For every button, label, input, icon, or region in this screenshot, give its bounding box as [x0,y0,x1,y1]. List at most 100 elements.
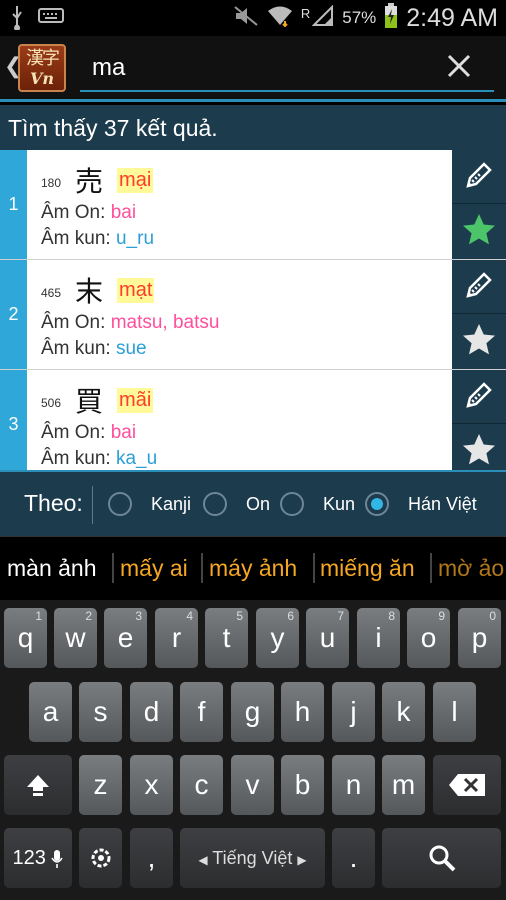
result-body[interactable]: 180 売 mại Âm On: bai Âm kun: u_ru [27,150,452,259]
on-label: Âm On: [41,202,106,223]
stroke-number: 465 [41,286,62,300]
shift-key[interactable] [4,755,72,815]
key-f[interactable]: f [180,682,223,742]
comma-key[interactable]: , [130,828,173,888]
suggestion-item[interactable]: máy ảnh [209,555,297,582]
key-e[interactable]: e3 [104,608,147,668]
period-key[interactable]: . [332,828,375,888]
results-list[interactable]: 1 180 売 mại Âm On: bai Âm kun: u_ru 2 46… [0,150,506,470]
settings-key[interactable] [79,828,122,888]
key-s[interactable]: s [79,682,122,742]
radio-label-kanji[interactable]: Kanji [151,494,191,515]
key-b[interactable]: b [281,755,324,815]
suggestion-item[interactable]: màn ảnh [7,555,97,582]
key-r[interactable]: r4 [155,608,198,668]
radio-label-on[interactable]: On [246,494,270,515]
stroke-number: 506 [41,396,62,410]
suggestion-divider [201,553,203,583]
pencil-icon [462,378,496,416]
kanji-char: 末 [75,275,104,308]
key-l[interactable]: l [433,682,476,742]
radio-label-kun[interactable]: Kun [323,494,355,515]
hanviet-reading: mãi [117,387,154,413]
key-label: y [270,622,285,653]
result-row[interactable]: 2 465 末 mạt Âm On: matsu, batsu Âm kun: … [0,260,506,370]
radio-hanviet[interactable] [365,492,389,516]
search-input[interactable] [80,46,494,92]
key-m[interactable]: m [382,755,425,815]
key-j[interactable]: j [332,682,375,742]
hanviet-reading: mại [117,167,154,193]
key-label: q [17,622,34,653]
key-hint: 9 [438,609,445,623]
suggestion-item[interactable]: mấy ai [120,555,188,582]
kun-reading-line: Âm kun: ka_u [41,448,157,470]
edit-note-button[interactable] [452,260,506,314]
results-count: Tìm thấy 37 kết quả. [0,105,506,150]
status-bar: R 57% 2:49 AM [0,0,506,36]
search-key[interactable] [382,828,501,888]
suggestion-strip: màn ảnh mấy ai máy ảnh miếng ăn mờ ảo [0,536,506,600]
star-icon [460,431,498,470]
star-icon [460,211,498,253]
result-body[interactable]: 465 末 mạt Âm On: matsu, batsu Âm kun: su… [27,260,452,369]
kun-reading-line: Âm kun: u_ru [41,228,154,250]
key-hint: 6 [287,609,294,623]
clear-icon[interactable] [443,50,475,82]
result-index: 2 [0,260,27,369]
key-y[interactable]: y6 [256,608,299,668]
key-i[interactable]: i8 [357,608,400,668]
hanviet-reading: mạt [117,277,155,303]
radio-label-hanviet[interactable]: Hán Việt [408,494,477,515]
key-p[interactable]: p0 [458,608,501,668]
space-label: Tiếng Việt [212,848,293,868]
key-u[interactable]: u7 [306,608,349,668]
on-reading-line: Âm On: bai [41,202,136,224]
result-index: 1 [0,150,27,259]
key-label: o [420,622,437,653]
radio-kun[interactable] [280,492,304,516]
app-logo[interactable]: 漢字 Vn [18,44,66,92]
favorite-button[interactable] [452,205,506,259]
favorite-button[interactable] [452,315,506,369]
key-label: e [117,622,134,653]
edit-note-button[interactable] [452,150,506,204]
key-n[interactable]: n [332,755,375,815]
result-row[interactable]: 1 180 売 mại Âm On: bai Âm kun: u_ru [0,150,506,260]
radio-on[interactable] [203,492,227,516]
keyboard-icon [38,6,64,34]
key-hint: 5 [236,609,243,623]
key-v[interactable]: v [231,755,274,815]
key-a[interactable]: a [29,682,72,742]
key-g[interactable]: g [231,682,274,742]
key-d[interactable]: d [130,682,173,742]
key-w[interactable]: w2 [54,608,97,668]
radio-kanji[interactable] [108,492,132,516]
result-body[interactable]: 506 買 mãi Âm On: bai Âm kun: ka_u [27,370,452,470]
key-h[interactable]: h [281,682,324,742]
key-x[interactable]: x [130,755,173,815]
on-reading: matsu, batsu [110,312,220,333]
backspace-key[interactable] [433,755,501,815]
filter-divider [92,486,93,524]
edit-note-button[interactable] [452,370,506,424]
key-t[interactable]: t5 [205,608,248,668]
result-row[interactable]: 3 506 買 mãi Âm On: bai Âm kun: ka_u [0,370,506,470]
key-z[interactable]: z [79,755,122,815]
key-hint: 2 [85,609,92,623]
key-k[interactable]: k [382,682,425,742]
stroke-number: 180 [41,176,62,190]
suggestion-item[interactable]: miếng ăn [320,555,415,582]
row-actions [452,370,506,470]
key-hint: 1 [35,609,42,623]
favorite-button[interactable] [452,425,506,470]
key-o[interactable]: o9 [407,608,450,668]
symbols-key[interactable]: 123 [4,828,72,888]
suggestion-divider [430,553,432,583]
space-key[interactable]: ◀ Tiếng Việt ▶ [180,828,325,888]
battery-icon [384,3,398,33]
key-c[interactable]: c [180,755,223,815]
soft-keyboard: q1 w2 e3 r4 t5 y6 u7 i8 o9 p0 a s d f g … [0,600,506,900]
suggestion-item[interactable]: mờ ảo [438,555,504,582]
key-q[interactable]: q1 [4,608,47,668]
